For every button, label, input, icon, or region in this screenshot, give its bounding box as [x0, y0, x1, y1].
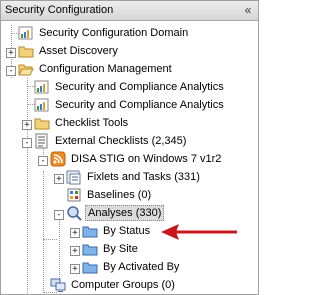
folder-icon [82, 223, 98, 239]
baseline-icon [66, 187, 82, 203]
tree-item-label: DISA STIG on Windows 7 v1r2 [71, 153, 222, 165]
folder-icon [34, 115, 50, 131]
expand-toggle[interactable]: + [70, 264, 80, 274]
tree-guide [27, 78, 28, 294]
tree-item-label: Computer Groups (0) [71, 279, 175, 291]
collapse-toggle[interactable]: - [54, 210, 64, 220]
domain-icon [18, 25, 34, 41]
tree-item-label: By Site [103, 243, 138, 255]
tree-guide [43, 171, 44, 294]
panel-header: Security Configuration « [1, 1, 258, 21]
fixlet-icon [66, 169, 82, 185]
tree-item-label: Checklist Tools [55, 117, 129, 129]
folder-icon [18, 43, 34, 59]
chart-icon [34, 97, 50, 113]
tree-guide [43, 239, 57, 240]
security-configuration-panel: Security Configuration « Security Config… [0, 0, 259, 295]
collapse-toggle[interactable]: - [6, 66, 16, 76]
list-icon [34, 133, 50, 149]
folder-icon [82, 241, 98, 257]
folder-icon [82, 259, 98, 275]
tree-item-label: By Activated By [103, 261, 180, 273]
tree-item-label: Analyses (330) [85, 205, 165, 221]
expand-toggle[interactable]: + [22, 120, 32, 130]
tree-item-label: Security and Compliance Analytics [55, 81, 224, 93]
expand-toggle[interactable]: + [6, 48, 16, 58]
chart-icon [34, 79, 50, 95]
tree-item-label: External Checklists (2,345) [55, 135, 187, 147]
folder-open-icon [18, 61, 34, 77]
expand-toggle[interactable]: + [70, 228, 80, 238]
tree-item-label: Baselines (0) [87, 189, 152, 201]
tree-item-label: Security Configuration Domain [39, 27, 189, 39]
expand-toggle[interactable]: + [70, 246, 80, 256]
arrow-annotation-icon [161, 224, 237, 240]
expand-toggle[interactable]: + [54, 174, 64, 184]
tree-item-label: By Status [103, 225, 151, 237]
tree-item-label: Asset Discovery [39, 45, 118, 57]
collapse-toggle[interactable]: - [38, 156, 48, 166]
tree-item-label: Fixlets and Tasks (331) [87, 171, 200, 183]
tree-item-label: Security and Compliance Analytics [55, 99, 224, 111]
computer-group-icon [50, 277, 66, 293]
rss-icon [50, 151, 66, 167]
tree-item-label: Configuration Management [39, 63, 172, 75]
panel-title: Security Configuration [5, 4, 114, 16]
navigation-tree: Security Configuration Domain + Asset Di… [1, 21, 258, 294]
collapse-panel-button[interactable]: « [241, 2, 255, 18]
analysis-icon [66, 205, 82, 221]
collapse-toggle[interactable]: - [22, 138, 32, 148]
